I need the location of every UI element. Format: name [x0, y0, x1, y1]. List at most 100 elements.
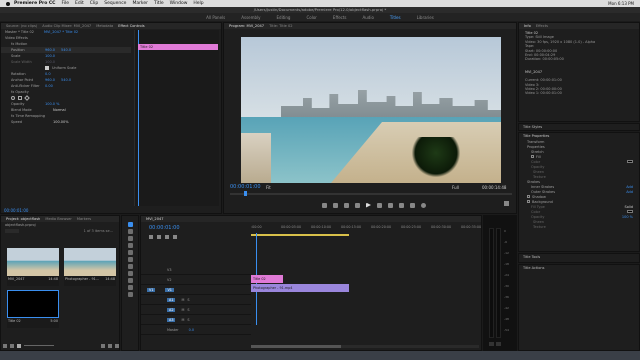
- fill-color-swatch[interactable]: [627, 159, 633, 163]
- lift-icon[interactable]: [399, 202, 404, 208]
- tab-program[interactable]: Program: MVI_2047: [229, 24, 264, 28]
- workspace-assembly[interactable]: Assembly: [241, 15, 260, 20]
- lock-icon[interactable]: [3, 343, 7, 348]
- add-marker-icon[interactable]: [165, 235, 169, 239]
- fill-type-select[interactable]: Solid: [624, 205, 633, 209]
- project-item[interactable]: MVI_2047 14:48: [7, 248, 59, 286]
- timeline-timecode[interactable]: 00:00:01:00: [149, 225, 180, 231]
- play-icon[interactable]: [366, 202, 371, 208]
- go-to-in-icon[interactable]: [344, 202, 349, 208]
- workspace-libraries[interactable]: Libraries: [417, 15, 434, 20]
- export-frame-icon[interactable]: [421, 202, 426, 208]
- title-tools-header[interactable]: Title Tools: [519, 254, 639, 260]
- track-label[interactable]: A3: [167, 317, 176, 322]
- hscroll-thumb[interactable]: [251, 345, 341, 348]
- blend-mode-select[interactable]: Normal: [53, 108, 66, 112]
- ripple-edit-tool-icon[interactable]: [127, 236, 133, 241]
- tab-title[interactable]: Title: Title 02: [269, 24, 292, 28]
- track-select-tool-icon[interactable]: [127, 229, 133, 234]
- track-label[interactable]: A1: [167, 297, 176, 302]
- fit-select[interactable]: Fit: [266, 185, 271, 190]
- master-label[interactable]: Master * Title 02: [1, 30, 34, 34]
- project-item[interactable]: Photographer - 91... 14:48: [64, 248, 116, 286]
- tab-markers[interactable]: Markers: [77, 217, 91, 221]
- slide-tool-icon[interactable]: [127, 271, 133, 276]
- tab-project[interactable]: Project: objectflash: [6, 217, 40, 221]
- search-icon[interactable]: [5, 229, 19, 233]
- tab-metadata[interactable]: Metadata: [96, 24, 113, 28]
- uniform-scale-checkbox[interactable]: [45, 66, 49, 70]
- tab-audio-clip-mixer[interactable]: Audio Clip Mixer: MVI_2047: [42, 24, 91, 28]
- prop-row[interactable]: Texture: [519, 224, 639, 229]
- source-patch-v1[interactable]: V1: [147, 287, 156, 292]
- timeline-ruler[interactable]: :00:00 00:00:05:00 00:00:10:00 00:00:15:…: [251, 225, 481, 239]
- menu-marker[interactable]: Marker: [132, 1, 148, 6]
- razor-tool-icon[interactable]: [127, 257, 133, 262]
- timeline-hscroll[interactable]: [251, 345, 479, 348]
- tab-info[interactable]: Info: [524, 24, 531, 28]
- work-area-bar[interactable]: [251, 234, 349, 236]
- apple-icon[interactable]: [6, 1, 10, 6]
- clip-video[interactable]: Photographer - 91.mp4: [251, 284, 349, 292]
- mark-in-icon[interactable]: [322, 202, 327, 208]
- tab-media-browser[interactable]: Media Browser: [45, 217, 72, 221]
- workspace-editing[interactable]: Editing: [277, 15, 291, 20]
- mute-button[interactable]: M: [181, 298, 184, 302]
- add-outer-stroke-link[interactable]: Add: [626, 190, 633, 194]
- solo-button[interactable]: S: [187, 318, 189, 322]
- clip-label[interactable]: MVI_2047 * Title 02: [44, 30, 78, 34]
- tab-sequence[interactable]: MVI_2047: [146, 217, 164, 221]
- solo-left-button[interactable]: [489, 342, 494, 346]
- track-label[interactable]: V3: [167, 268, 171, 272]
- app-name-menu[interactable]: Premiere Pro CC: [14, 1, 55, 6]
- pen-tool-icon[interactable]: [127, 278, 133, 283]
- workspace-effects[interactable]: Effects: [333, 15, 347, 20]
- step-forward-icon[interactable]: [377, 202, 382, 208]
- track-label[interactable]: V2: [167, 278, 171, 282]
- tab-source[interactable]: Source: (no clips): [6, 24, 37, 28]
- menu-sequence[interactable]: Sequence: [104, 1, 126, 6]
- effect-row[interactable]: Speed 100.00%: [1, 119, 131, 125]
- rolling-edit-tool-icon[interactable]: [127, 243, 133, 248]
- step-back-icon[interactable]: [355, 202, 360, 208]
- add-inner-stroke-link[interactable]: Add: [626, 185, 633, 189]
- tab-effect-controls[interactable]: Effect Controls: [118, 24, 144, 28]
- clip-title-02[interactable]: Title 02: [251, 275, 283, 283]
- timeline-settings-icon[interactable]: [173, 235, 177, 239]
- quality-select[interactable]: Full: [452, 185, 459, 190]
- workspace-color[interactable]: Color: [306, 15, 316, 20]
- solo-right-button[interactable]: [496, 342, 501, 346]
- list-view-icon[interactable]: [10, 343, 14, 348]
- program-video-frame[interactable]: [241, 37, 501, 183]
- background-checkbox[interactable]: [527, 200, 530, 203]
- go-to-out-icon[interactable]: [388, 202, 393, 208]
- zoom-tool-icon[interactable]: [127, 292, 133, 297]
- mute-button[interactable]: M: [181, 318, 184, 322]
- program-playhead[interactable]: [244, 191, 247, 196]
- shadow-checkbox[interactable]: [527, 195, 530, 198]
- zoom-slider[interactable]: [24, 345, 54, 346]
- workspace-all-panels[interactable]: All Panels: [206, 15, 225, 20]
- background-color-swatch[interactable]: [627, 209, 633, 213]
- master-volume[interactable]: 0.0: [189, 328, 194, 332]
- rect-mask-icon[interactable]: [18, 96, 22, 100]
- track-label[interactable]: A2: [167, 307, 176, 312]
- snap-icon[interactable]: [149, 235, 153, 239]
- mark-out-icon[interactable]: [333, 202, 338, 208]
- workspace-audio[interactable]: Audio: [363, 15, 374, 20]
- menu-help[interactable]: Help: [193, 1, 203, 6]
- new-item-icon[interactable]: [108, 343, 112, 348]
- hand-tool-icon[interactable]: [127, 285, 133, 290]
- ec-timecode[interactable]: 00:00:01:00: [4, 208, 28, 213]
- solo-button[interactable]: S: [187, 308, 189, 312]
- menu-edit[interactable]: Edit: [75, 1, 84, 6]
- menu-clip[interactable]: Clip: [90, 1, 99, 6]
- linked-selection-icon[interactable]: [157, 235, 161, 239]
- project-item[interactable]: Title 02 5:00: [7, 290, 59, 328]
- ec-title-clip[interactable]: Title 02: [138, 44, 218, 50]
- selection-tool-icon[interactable]: [127, 222, 133, 227]
- rate-stretch-tool-icon[interactable]: [127, 250, 133, 255]
- extract-icon[interactable]: [410, 202, 415, 208]
- ellipse-mask-icon[interactable]: [11, 96, 15, 100]
- new-bin-icon[interactable]: [101, 343, 105, 348]
